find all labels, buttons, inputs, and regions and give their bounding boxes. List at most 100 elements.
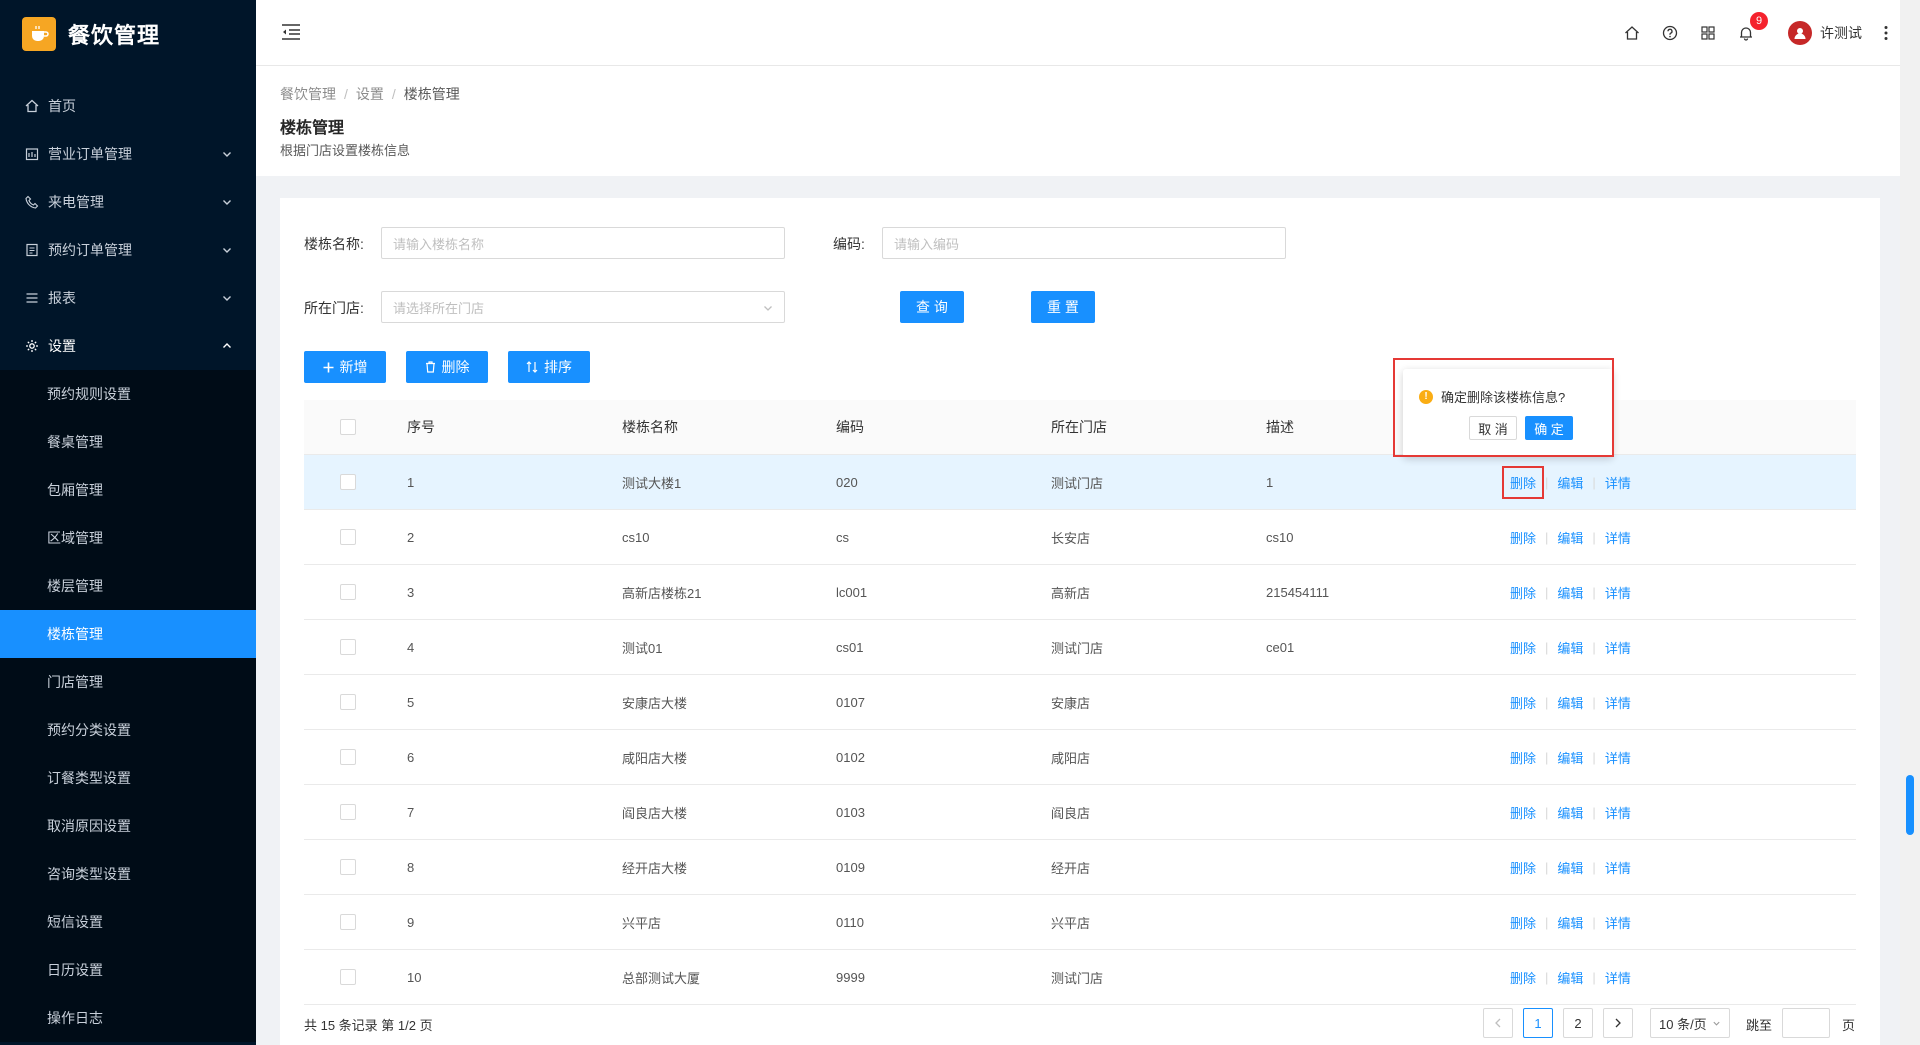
delete-link[interactable]: 删除 <box>1510 528 1536 547</box>
sidebar-subitem[interactable]: 预约分类设置 <box>0 706 256 754</box>
code-input[interactable]: 请输入编码 <box>882 227 1286 259</box>
edit-link[interactable]: 编辑 <box>1557 473 1583 492</box>
detail-link[interactable]: 详情 <box>1605 473 1631 492</box>
table-row[interactable]: 6 咸阳店大楼 0102 咸阳店 删除 | 编辑 | 详情 <box>304 730 1856 785</box>
row-checkbox[interactable] <box>340 584 356 600</box>
table-row[interactable]: 9 兴平店 0110 兴平店 删除 | 编辑 | 详情 <box>304 895 1856 950</box>
sidebar-subitem[interactable]: 取消原因设置 <box>0 802 256 850</box>
edit-link[interactable]: 编辑 <box>1557 583 1583 602</box>
table-row[interactable]: 5 安康店大楼 0107 安康店 删除 | 编辑 | 详情 <box>304 675 1856 730</box>
table-row[interactable]: 3 高新店楼栋21 lc001 高新店 215454111 删除 | 编辑 | 详情 <box>304 565 1856 620</box>
sidebar-subitem[interactable]: 门店管理 <box>0 658 256 706</box>
reset-button[interactable]: 重 置 <box>1031 291 1095 323</box>
row-checkbox[interactable] <box>340 804 356 820</box>
sidebar-subitem[interactable]: 楼层管理 <box>0 562 256 610</box>
edit-link[interactable]: 编辑 <box>1557 748 1583 767</box>
delete-link[interactable]: 删除 <box>1510 748 1536 767</box>
home-icon[interactable] <box>1622 23 1642 43</box>
row-checkbox[interactable] <box>340 474 356 490</box>
batch-delete-button[interactable]: 删除 <box>406 351 488 383</box>
row-checkbox[interactable] <box>340 859 356 875</box>
row-checkbox[interactable] <box>340 694 356 710</box>
row-checkbox[interactable] <box>340 914 356 930</box>
delete-link[interactable]: 删除 <box>1510 968 1536 987</box>
delete-link[interactable]: 删除 <box>1510 638 1536 657</box>
page-size-select[interactable]: 10 条/页 <box>1650 1008 1730 1038</box>
sidebar-item-settings[interactable]: 设置 <box>0 322 256 370</box>
detail-link[interactable]: 详情 <box>1605 968 1631 987</box>
edit-link[interactable]: 编辑 <box>1557 858 1583 877</box>
sidebar-item-business-orders[interactable]: 营业订单管理 <box>0 130 256 178</box>
page-button-1[interactable]: 1 <box>1523 1008 1553 1038</box>
row-checkbox[interactable] <box>340 969 356 985</box>
detail-link[interactable]: 详情 <box>1605 803 1631 822</box>
page-button-2[interactable]: 2 <box>1563 1008 1593 1038</box>
store-select[interactable]: 请选择所在门店 <box>381 291 785 323</box>
sidebar-subitem[interactable]: 区域管理 <box>0 514 256 562</box>
sidebar-subitem[interactable]: 操作日志 <box>0 994 256 1042</box>
table-row[interactable]: 10 总部测试大厦 9999 测试门店 删除 | 编辑 | 详情 <box>304 950 1856 1005</box>
action-divider: | <box>1592 694 1596 710</box>
sidebar-item-reports[interactable]: 报表 <box>0 274 256 322</box>
table-row[interactable]: 4 测试01 cs01 测试门店 ce01 删除 | 编辑 | 详情 <box>304 620 1856 675</box>
delete-link[interactable]: 删除 <box>1502 465 1545 499</box>
edit-link[interactable]: 编辑 <box>1557 638 1583 657</box>
delete-link[interactable]: 删除 <box>1510 693 1536 712</box>
sidebar-subitem[interactable]: 预约规则设置 <box>0 370 256 418</box>
select-all-checkbox[interactable] <box>340 419 356 435</box>
sidebar-item-calls[interactable]: 来电管理 <box>0 178 256 226</box>
table-row[interactable]: 2 cs10 cs 长安店 cs10 删除 | 编辑 | 详情 <box>304 510 1856 565</box>
edit-link[interactable]: 编辑 <box>1557 913 1583 932</box>
detail-link[interactable]: 详情 <box>1605 528 1631 547</box>
edit-link[interactable]: 编辑 <box>1557 803 1583 822</box>
prev-page-button[interactable] <box>1483 1008 1513 1038</box>
edit-link[interactable]: 编辑 <box>1557 528 1583 547</box>
delete-link[interactable]: 删除 <box>1510 913 1536 932</box>
add-button[interactable]: 新增 <box>304 351 386 383</box>
jump-page-input[interactable] <box>1782 1008 1830 1038</box>
bell-icon[interactable]: 9 <box>1736 11 1768 43</box>
edit-link[interactable]: 编辑 <box>1557 968 1583 987</box>
building-name-input[interactable]: 请输入楼栋名称 <box>381 227 785 259</box>
sidebar-subitem[interactable]: 餐桌管理 <box>0 418 256 466</box>
sidebar-subitem[interactable]: 咨询类型设置 <box>0 850 256 898</box>
sidebar-subitem[interactable]: 短信设置 <box>0 898 256 946</box>
next-page-button[interactable] <box>1603 1008 1633 1038</box>
breadcrumb-item[interactable]: 设置 <box>356 86 384 102</box>
delete-link[interactable]: 删除 <box>1510 858 1536 877</box>
row-checkbox[interactable] <box>340 639 356 655</box>
sidebar-subitem[interactable]: 订餐类型设置 <box>0 754 256 802</box>
sort-button[interactable]: 排序 <box>508 351 590 383</box>
query-button[interactable]: 查 询 <box>900 291 964 323</box>
row-checkbox[interactable] <box>340 529 356 545</box>
username[interactable]: 许测试 <box>1820 23 1862 43</box>
cell-name: 安康店大楼 <box>622 695 688 711</box>
table-row[interactable]: 7 阎良店大楼 0103 阎良店 删除 | 编辑 | 详情 <box>304 785 1856 840</box>
sidebar-item-reservation-orders[interactable]: 预约订单管理 <box>0 226 256 274</box>
sidebar-subitem-selected[interactable]: 楼栋管理 <box>0 610 256 658</box>
detail-link[interactable]: 详情 <box>1605 748 1631 767</box>
scrollbar-thumb[interactable] <box>1906 775 1914 835</box>
avatar[interactable] <box>1788 20 1812 45</box>
page-scrollbar[interactable] <box>1900 0 1920 1045</box>
apps-grid-icon[interactable] <box>1698 23 1718 43</box>
sidebar-subitem[interactable]: 包厢管理 <box>0 466 256 514</box>
detail-link[interactable]: 详情 <box>1605 913 1631 932</box>
delete-link[interactable]: 删除 <box>1510 583 1536 602</box>
edit-link[interactable]: 编辑 <box>1557 693 1583 712</box>
sidebar-subitem[interactable]: 日历设置 <box>0 946 256 994</box>
sidebar-item-home[interactable]: 首页 <box>0 82 256 130</box>
table-row[interactable]: 1 测试大楼1 020 测试门店 1 删除 | 编辑 | 详情 <box>304 455 1856 510</box>
detail-link[interactable]: 详情 <box>1605 638 1631 657</box>
detail-link[interactable]: 详情 <box>1605 693 1631 712</box>
detail-link[interactable]: 详情 <box>1605 583 1631 602</box>
menu-fold-icon[interactable] <box>280 22 302 42</box>
help-icon[interactable] <box>1660 23 1680 43</box>
breadcrumb-item[interactable]: 餐饮管理 <box>280 86 336 102</box>
table-row[interactable]: 8 经开店大楼 0109 经开店 删除 | 编辑 | 详情 <box>304 840 1856 895</box>
delete-link[interactable]: 删除 <box>1510 803 1536 822</box>
app-logo[interactable]: 餐饮管理 <box>22 16 160 52</box>
row-checkbox[interactable] <box>340 749 356 765</box>
more-vertical-icon[interactable] <box>1878 23 1894 43</box>
detail-link[interactable]: 详情 <box>1605 858 1631 877</box>
